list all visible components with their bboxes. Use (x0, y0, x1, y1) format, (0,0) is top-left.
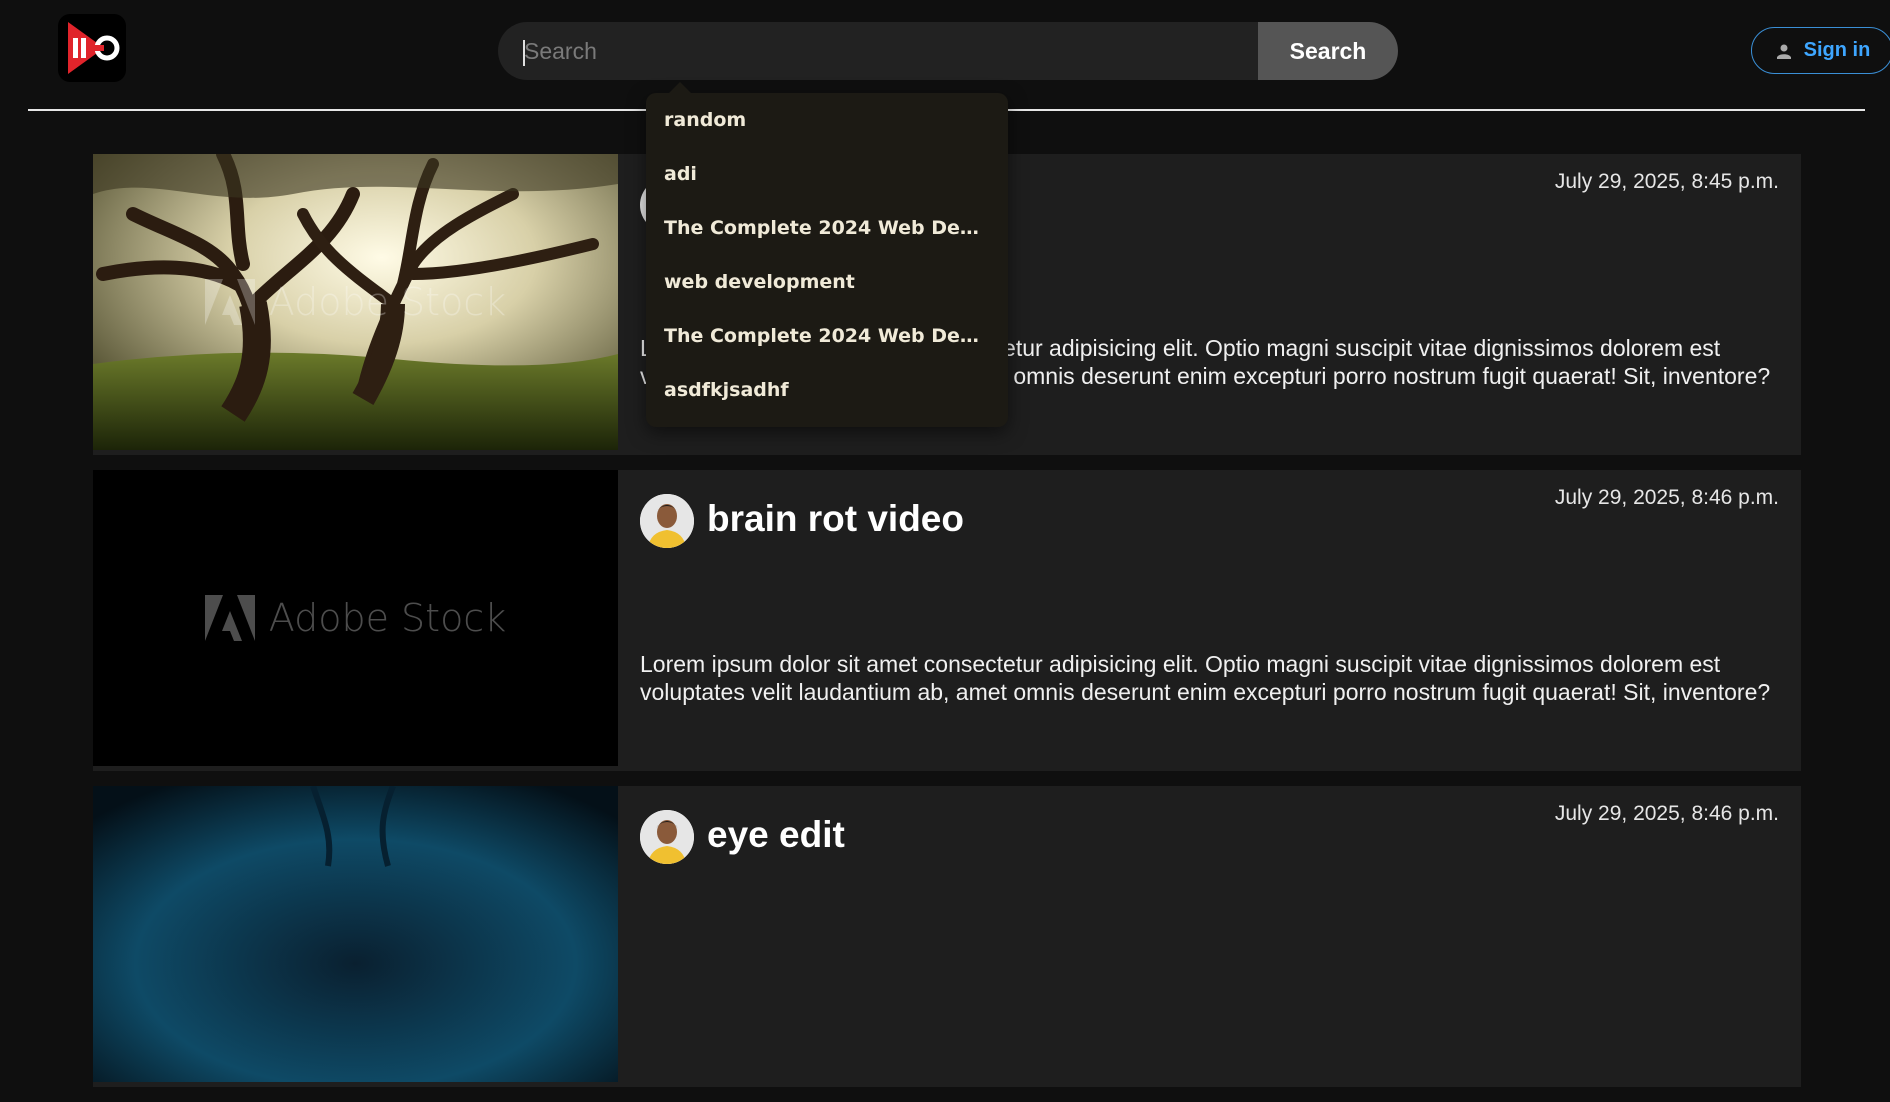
suggestion-item[interactable]: web development (646, 266, 1008, 320)
adobe-logo-icon (204, 279, 255, 325)
suggestion-item[interactable]: The Complete 2024 Web Deve... (646, 320, 1008, 374)
video-thumbnail[interactable]: Adobe Stock (93, 470, 618, 766)
channel-avatar[interactable] (640, 810, 694, 864)
video-thumbnail[interactable] (93, 786, 618, 1082)
video-description: Lorem ipsum dolor sit amet consectetur a… (640, 651, 1771, 705)
sign-in-label: Sign in (1803, 39, 1871, 61)
channel-avatar[interactable] (640, 494, 694, 548)
search-input[interactable] (498, 22, 1258, 80)
upload-date: July 29, 2025, 8:46 p.m. (1554, 802, 1779, 825)
upload-date: July 29, 2025, 8:46 p.m. (1554, 486, 1779, 509)
suggestion-item[interactable]: asdfkjsadhf (646, 374, 1008, 428)
video-card[interactable]: Adobe Stock brain rot video July 29, 202… (93, 470, 1801, 771)
sign-in-button[interactable]: Sign in (1751, 27, 1890, 74)
text-caret (523, 40, 525, 66)
watermark: Adobe Stock (93, 470, 618, 766)
watermark: Adobe Stock (93, 154, 618, 450)
user-icon (1776, 44, 1791, 59)
suggestion-item[interactable]: The Complete 2024 Web Deve... (646, 212, 1008, 266)
adobe-logo-icon (204, 595, 255, 641)
search-bar: Search (498, 22, 1398, 80)
video-thumbnail[interactable]: Adobe Stock (93, 154, 618, 450)
suggestion-item[interactable]: adi (646, 158, 1008, 212)
suggestion-item[interactable]: random (646, 104, 1008, 158)
video-title[interactable]: eye edit (707, 814, 845, 856)
app-logo-icon[interactable] (58, 14, 126, 82)
video-title[interactable]: brain rot video (707, 498, 964, 540)
video-card[interactable]: eye edit July 29, 2025, 8:46 p.m. (93, 786, 1801, 1087)
search-button[interactable]: Search (1258, 22, 1398, 80)
upload-date: July 29, 2025, 8:45 p.m. (1554, 170, 1779, 193)
search-suggestions-dropdown: random adi The Complete 2024 Web Deve...… (646, 82, 1008, 428)
